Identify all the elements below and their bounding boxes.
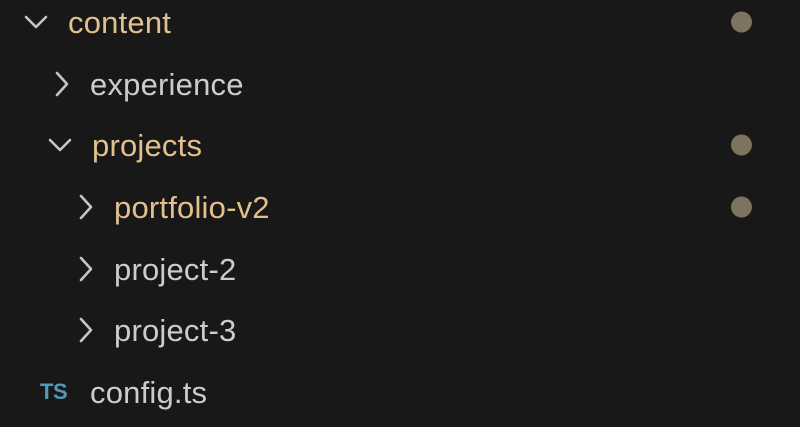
folder-label: project-3 [114,312,237,348]
modified-indicator-dot [731,196,752,218]
chevron-right-icon[interactable] [50,71,74,97]
modified-indicator-dot [731,11,752,33]
chevron-down-icon[interactable] [24,10,48,34]
chevron-right-icon[interactable] [74,256,98,282]
typescript-file-icon: TS [40,379,68,404]
tree-folder-portfolio-v2[interactable]: portfolio-v2 [0,176,800,238]
tree-folder-projects[interactable]: projects [0,114,800,176]
tree-file-config-ts[interactable]: TS config.ts [0,361,800,423]
tree-folder-project-2[interactable]: project-2 [0,238,800,300]
file-explorer-tree: content experience projects portfolio-v2… [0,0,800,427]
folder-label: content [68,4,172,40]
folder-label: projects [92,127,203,163]
chevron-right-icon[interactable] [74,317,98,343]
folder-label: experience [90,66,244,102]
chevron-down-icon[interactable] [48,133,72,157]
folder-label: project-2 [114,251,237,287]
modified-indicator-dot [731,134,752,156]
file-label: config.ts [90,374,208,410]
tree-folder-experience[interactable]: experience [0,53,800,115]
tree-folder-project-3[interactable]: project-3 [0,299,800,361]
folder-label: portfolio-v2 [114,189,270,225]
chevron-right-icon[interactable] [74,194,98,220]
tree-folder-content[interactable]: content [0,0,800,53]
